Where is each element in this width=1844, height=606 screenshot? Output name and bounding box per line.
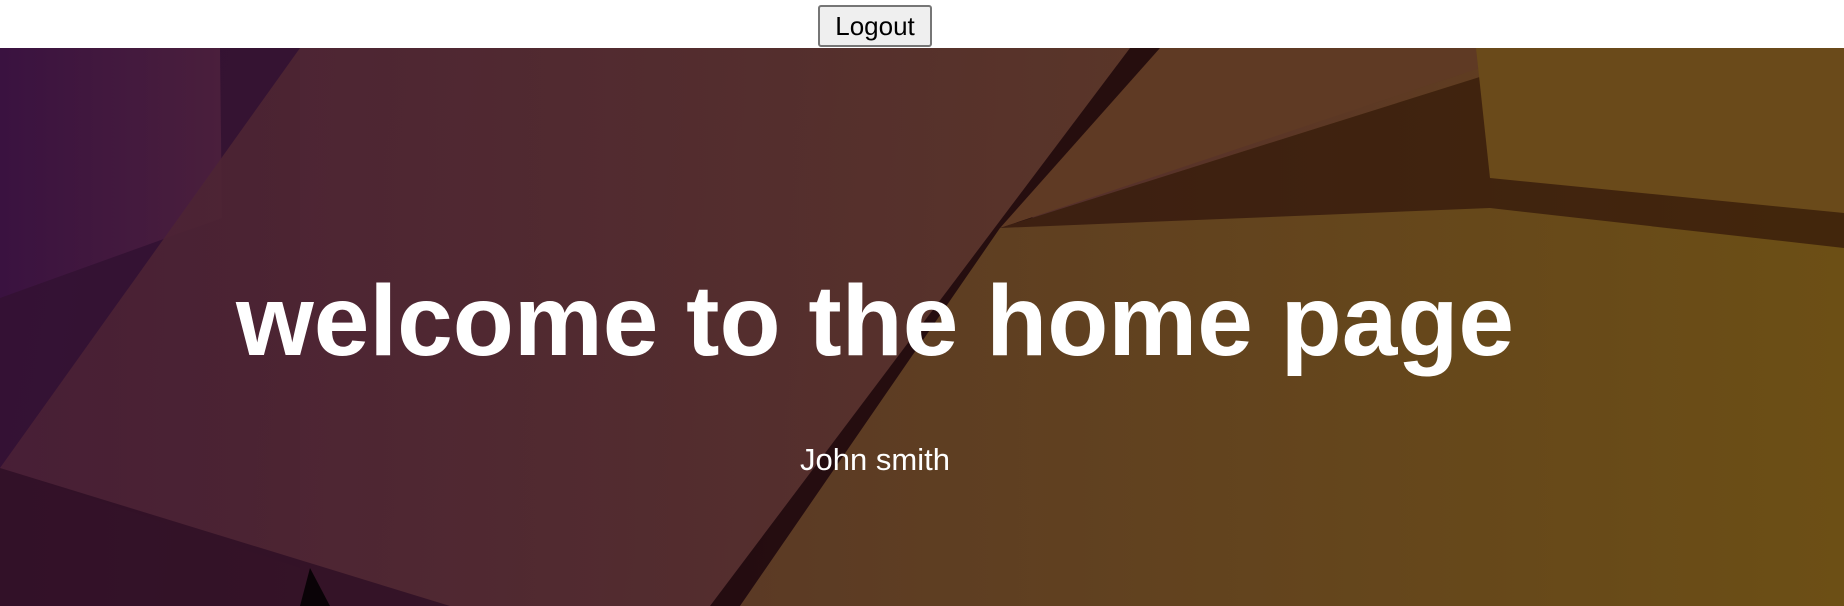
logout-button[interactable]: Logout	[818, 5, 932, 47]
hero-banner: welcome to the home page John smith	[0, 48, 1844, 606]
page-title: welcome to the home page	[235, 265, 1515, 377]
header-bar: Logout	[0, 0, 1844, 48]
user-name: John smith	[800, 442, 950, 477]
